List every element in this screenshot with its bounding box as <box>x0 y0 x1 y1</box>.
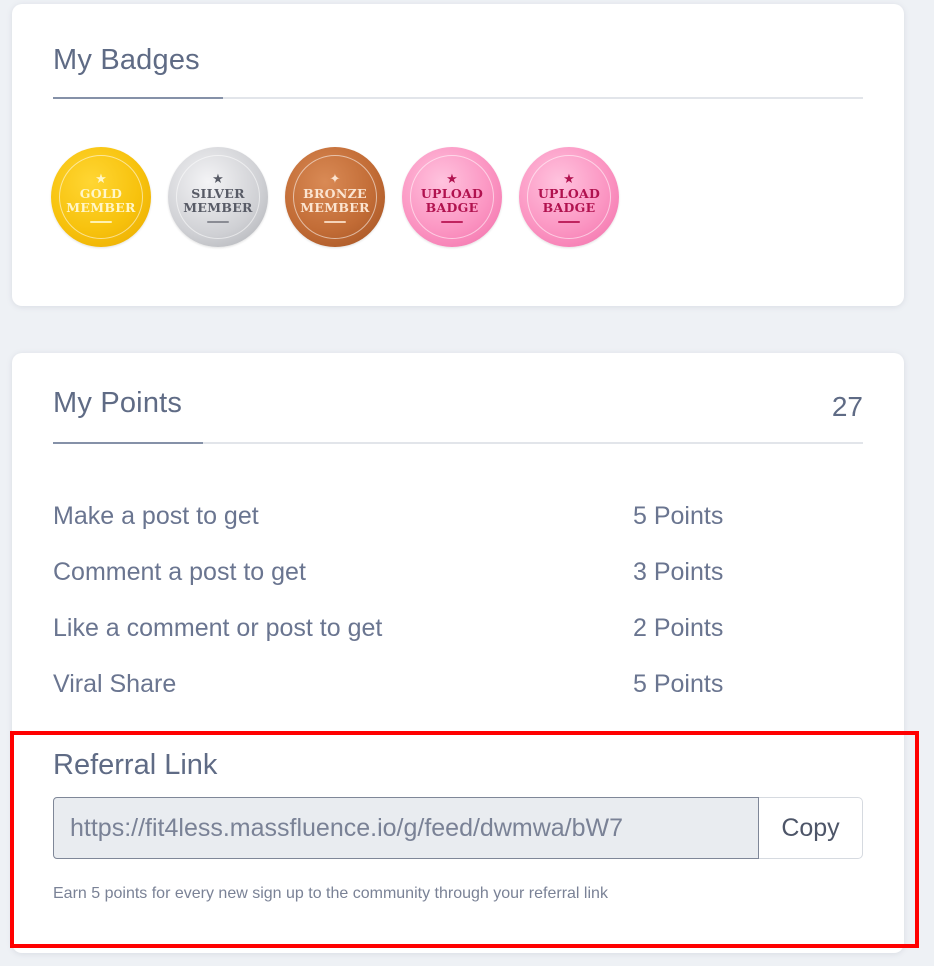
badges-divider-accent <box>53 97 223 99</box>
points-row: Viral Share 5 Points <box>53 670 753 726</box>
points-action-value: 3 Points <box>633 558 724 586</box>
badge-line2: MEMBER <box>300 199 370 215</box>
points-action-label: Comment a post to get <box>53 558 306 586</box>
referral-title: Referral Link <box>53 749 218 781</box>
badges-card: My Badges ★ GOLD MEMBER ★ SILVER MEMBER … <box>12 4 904 306</box>
badges-divider <box>53 97 863 99</box>
badge-bronze-member[interactable]: ✦ BRONZE MEMBER <box>285 147 385 247</box>
points-total: 27 <box>831 391 863 422</box>
points-divider-accent <box>53 442 203 444</box>
points-title: My Points <box>53 387 183 419</box>
points-row: Like a comment or post to get 2 Points <box>53 614 753 670</box>
star-icon: ★ <box>95 170 107 186</box>
points-action-value: 5 Points <box>633 502 724 530</box>
copy-button[interactable]: Copy <box>759 797 863 859</box>
referral-link-input[interactable] <box>53 797 759 859</box>
badge-line1: SILVER <box>191 185 245 201</box>
points-card: My Points 27 Make a post to get 5 Points… <box>12 353 904 953</box>
points-action-label: Like a comment or post to get <box>53 614 383 642</box>
badge-line1: GOLD <box>79 185 123 201</box>
points-divider <box>53 442 863 444</box>
star-icon: ★ <box>563 170 575 186</box>
badge-line2: MEMBER <box>66 199 136 215</box>
badge-upload-2[interactable]: ★ UPLOAD BADGE <box>519 147 619 247</box>
badge-line2: MEMBER <box>183 199 253 215</box>
points-header: My Points 27 <box>53 387 863 444</box>
referral-help-text: Earn 5 points for every new sign up to t… <box>53 885 608 902</box>
badge-upload-1[interactable]: ★ UPLOAD BADGE <box>402 147 502 247</box>
badge-line1: UPLOAD <box>420 185 484 201</box>
badge-gold-member[interactable]: ★ GOLD MEMBER <box>51 147 151 247</box>
referral-input-group: Copy <box>53 797 863 859</box>
badge-silver-member[interactable]: ★ SILVER MEMBER <box>168 147 268 247</box>
points-row: Comment a post to get 3 Points <box>53 558 753 614</box>
points-action-label: Make a post to get <box>53 502 259 530</box>
points-row: Make a post to get 5 Points <box>53 502 753 558</box>
badge-ornament <box>324 220 346 223</box>
referral-section: Referral Link Copy Earn 5 points for eve… <box>53 749 863 902</box>
badge-line2: BADGE <box>425 199 479 215</box>
sparkle-icon: ✦ <box>329 170 341 186</box>
points-action-label: Viral Share <box>53 670 177 698</box>
points-action-value: 5 Points <box>633 670 724 698</box>
badges-header: My Badges <box>53 44 863 99</box>
star-icon: ★ <box>212 170 224 186</box>
badge-ornament <box>558 220 580 223</box>
badge-line2: BADGE <box>542 199 596 215</box>
badge-ornament <box>207 220 229 223</box>
badge-line1: UPLOAD <box>537 185 601 201</box>
badge-line1: BRONZE <box>303 185 367 201</box>
star-icon: ★ <box>446 170 458 186</box>
badge-ornament <box>90 220 112 223</box>
badges-row: ★ GOLD MEMBER ★ SILVER MEMBER ✦ BRONZE M… <box>51 147 619 247</box>
points-action-value: 2 Points <box>633 614 724 642</box>
badges-title: My Badges <box>53 44 200 76</box>
badge-ornament <box>441 220 463 223</box>
points-list: Make a post to get 5 Points Comment a po… <box>53 502 753 726</box>
